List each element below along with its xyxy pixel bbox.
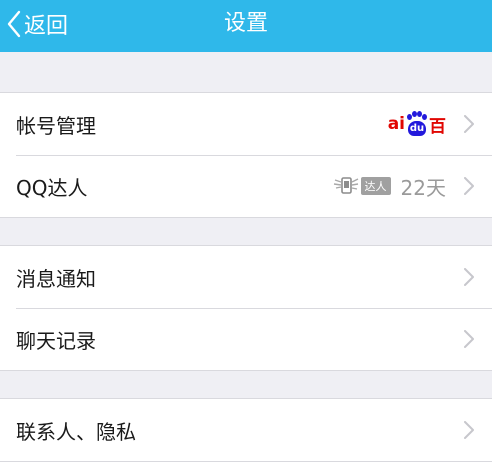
navigation-bar: 返回 设置 <box>0 0 492 52</box>
settings-row-contacts-privacy[interactable]: 联系人、隐私 <box>0 399 492 461</box>
baidu-logo-text-right: 百 <box>429 116 446 137</box>
baidu-logo-icon: ai du 百 <box>388 93 446 155</box>
settings-group-account: 帐号管理 ai du 百 QQ达人 达人 22天 <box>0 92 492 218</box>
settings-row-notifications[interactable]: 消息通知 <box>0 246 492 308</box>
qq-talent-badge-icon: 达人 <box>333 175 391 197</box>
chevron-right-icon <box>464 421 474 439</box>
baidu-logo-text-paw: du <box>408 121 426 136</box>
settings-row-qq-talent[interactable]: QQ达人 达人 22天 <box>0 155 492 217</box>
settings-group-privacy: 联系人、隐私 <box>0 398 492 462</box>
qq-talent-status: 达人 22天 <box>333 155 446 217</box>
settings-row-account-management[interactable]: 帐号管理 ai du 百 <box>0 93 492 155</box>
row-label: 帐号管理 <box>16 113 96 138</box>
chevron-right-icon <box>464 177 474 195</box>
chevron-right-icon <box>464 268 474 286</box>
baidu-logo-text-left: ai <box>387 114 405 134</box>
row-label: 联系人、隐私 <box>16 419 136 444</box>
talent-badge-label: 达人 <box>360 177 391 195</box>
row-label: 聊天记录 <box>16 328 96 353</box>
settings-row-chat-history[interactable]: 聊天记录 <box>0 308 492 370</box>
chevron-right-icon <box>464 115 474 133</box>
winged-phone-icon <box>333 177 358 194</box>
talent-days: 22天 <box>400 175 446 200</box>
page-title: 设置 <box>223 11 268 36</box>
chevron-right-icon <box>464 330 474 348</box>
settings-group-messages: 消息通知 聊天记录 <box>0 245 492 371</box>
row-label: QQ达人 <box>16 175 88 200</box>
row-label: 消息通知 <box>16 266 96 291</box>
